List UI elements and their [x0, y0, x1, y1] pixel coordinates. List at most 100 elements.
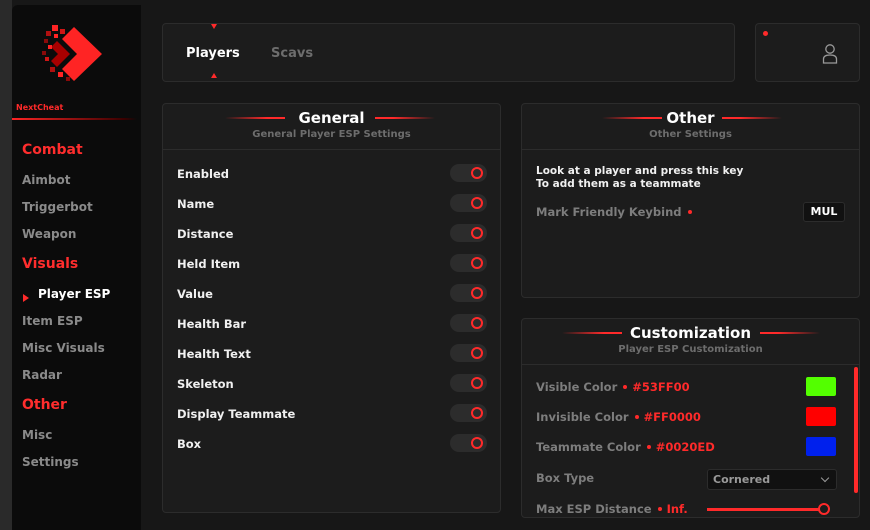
nav-item-misc-visuals[interactable]: Misc Visuals — [22, 341, 105, 355]
max-distance-row: Max ESP Distance Inf. — [536, 502, 688, 516]
toggle-knob — [471, 347, 483, 359]
toggle-row-name: Name — [177, 194, 487, 214]
toggle-label: Box — [177, 437, 202, 451]
customization-header: Customization Player ESP Customization — [522, 319, 859, 365]
toggle-box[interactable] — [450, 434, 487, 452]
invisible-color-row: Invisible Color #FF0000 — [536, 410, 701, 424]
nav-item-item-esp[interactable]: Item ESP — [22, 314, 83, 328]
toggle-knob — [471, 377, 483, 389]
toggle-label: Enabled — [177, 167, 230, 181]
toggle-health-text[interactable] — [450, 344, 487, 362]
nav-section-combat: Combat — [22, 142, 83, 158]
required-dot-icon — [623, 384, 628, 389]
toggle-health-bar[interactable] — [450, 314, 487, 332]
teammate-color-label: Teammate Color — [536, 440, 641, 454]
toggle-row-value: Value — [177, 284, 487, 304]
visible-color-swatch[interactable] — [806, 377, 836, 396]
required-dot-icon — [687, 209, 692, 214]
nav-item-aimbot[interactable]: Aimbot — [22, 173, 70, 187]
brand-divider — [12, 118, 137, 120]
toggle-knob — [471, 257, 483, 269]
required-dot-icon — [657, 506, 662, 511]
nav-item-misc[interactable]: Misc — [22, 428, 52, 442]
tab-bar: Players Scavs — [162, 23, 735, 82]
customization-scrollbar[interactable] — [854, 367, 858, 493]
toggle-knob — [471, 317, 483, 329]
toggle-skeleton[interactable] — [450, 374, 487, 392]
toggle-distance[interactable] — [450, 224, 487, 242]
toggle-row-box: Box — [177, 434, 487, 454]
general-header: General General Player ESP Settings — [163, 104, 500, 150]
toggle-knob — [471, 197, 483, 209]
tab-players[interactable]: Players — [186, 46, 240, 61]
other-header: Other Other Settings — [522, 104, 859, 150]
toggle-knob — [471, 227, 483, 239]
nav-section-other: Other — [22, 397, 67, 413]
box-type-select[interactable]: Cornered — [707, 469, 837, 490]
visible-color-label: Visible Color — [536, 380, 618, 394]
toggle-label: Health Bar — [177, 317, 247, 331]
chevron-down-icon — [820, 473, 830, 483]
nav-item-triggerbot[interactable]: Triggerbot — [22, 200, 93, 214]
toggle-held-item[interactable] — [450, 254, 487, 272]
brand-name: NextCheat — [16, 103, 64, 112]
max-distance-slider-track[interactable] — [707, 508, 827, 511]
toggle-knob — [471, 287, 483, 299]
visible-color-row: Visible Color #53FF00 — [536, 380, 690, 394]
required-dot-icon — [646, 444, 651, 449]
invisible-color-hex: #FF0000 — [643, 410, 701, 424]
customization-panel: Customization Player ESP Customization V… — [521, 318, 860, 518]
nav-item-weapon[interactable]: Weapon — [22, 227, 76, 241]
title-line-right — [722, 117, 782, 119]
nav-item-settings[interactable]: Settings — [22, 455, 79, 469]
toggle-knob — [471, 437, 483, 449]
max-distance-slider-handle[interactable] — [818, 503, 830, 515]
tab-indicator-bottom-icon — [211, 73, 217, 78]
toggle-display-teammate[interactable] — [450, 404, 487, 422]
general-panel: General General Player ESP Settings Enab… — [162, 103, 501, 513]
teammate-hint-line1: Look at a player and press this key — [536, 165, 744, 177]
invisible-color-swatch[interactable] — [806, 407, 836, 426]
toggle-label: Health Text — [177, 347, 251, 361]
visible-color-hex: #53FF00 — [632, 380, 690, 394]
status-dot-icon — [763, 31, 768, 36]
required-dot-icon — [634, 414, 639, 419]
toggle-row-skeleton: Skeleton — [177, 374, 487, 394]
box-type-label: Box Type — [536, 471, 595, 485]
teammate-hint-line2: To add them as a teammate — [536, 178, 701, 190]
title-line-right — [760, 332, 820, 334]
toggle-row-enabled: Enabled — [177, 164, 487, 184]
box-type-value: Cornered — [713, 473, 771, 486]
title-line-right — [375, 117, 435, 119]
other-title: Other — [666, 109, 715, 127]
toggle-row-display-teammate: Display Teammate — [177, 404, 487, 424]
teammate-color-row: Teammate Color #0020ED — [536, 440, 715, 454]
toggle-row-held-item: Held Item — [177, 254, 487, 274]
nav-item-radar[interactable]: Radar — [22, 368, 62, 382]
teammate-color-swatch[interactable] — [806, 437, 836, 456]
toggle-enabled[interactable] — [450, 164, 487, 182]
toggle-name[interactable] — [450, 194, 487, 212]
keybind-button[interactable]: MUL — [803, 202, 845, 222]
toggle-label: Held Item — [177, 257, 241, 271]
user-box[interactable] — [755, 23, 860, 82]
customization-subtitle: Player ESP Customization — [618, 344, 763, 355]
teammate-color-hex: #0020ED — [655, 440, 715, 454]
sidebar: NextCheat Combat Aimbot Triggerbot Weapo… — [12, 5, 141, 530]
toggle-row-health-text: Health Text — [177, 344, 487, 364]
general-subtitle: General Player ESP Settings — [252, 129, 411, 140]
max-distance-value: Inf. — [666, 502, 688, 516]
toggle-label: Name — [177, 197, 215, 211]
toggle-knob — [471, 407, 483, 419]
keybind-label: Mark Friendly Keybind — [536, 205, 682, 219]
toggle-label: Skeleton — [177, 377, 234, 391]
tab-scavs[interactable]: Scavs — [271, 46, 313, 61]
user-icon[interactable] — [822, 43, 838, 65]
other-panel: Other Other Settings Look at a player an… — [521, 103, 860, 298]
toggle-row-health-bar: Health Bar — [177, 314, 487, 334]
toggle-value[interactable] — [450, 284, 487, 302]
nav-section-visuals: Visuals — [22, 256, 79, 272]
window-edge — [0, 0, 12, 530]
toggle-label: Display Teammate — [177, 407, 296, 421]
nav-item-player-esp[interactable]: Player ESP — [38, 287, 110, 301]
